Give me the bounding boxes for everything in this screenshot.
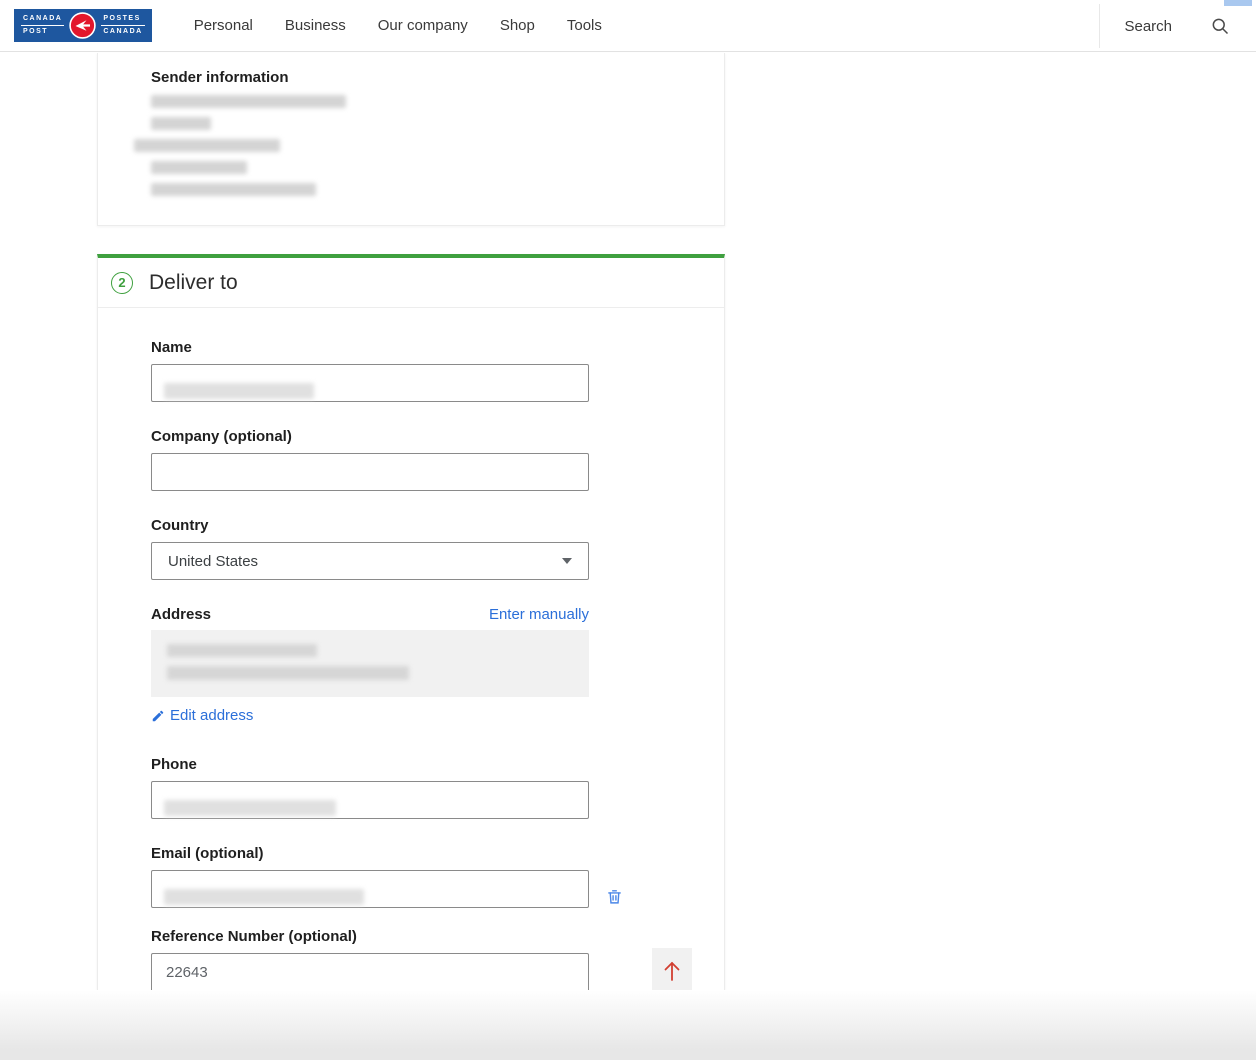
logo-text-post: POST bbox=[21, 25, 64, 38]
chevron-down-icon bbox=[562, 558, 572, 564]
name-input-wrap bbox=[151, 364, 589, 402]
logo-text-right: POSTES CANADA bbox=[101, 13, 144, 38]
main-nav: Personal Business Our company Shop Tools bbox=[194, 17, 602, 34]
nav-item-tools[interactable]: Tools bbox=[567, 17, 602, 34]
enter-manually-link[interactable]: Enter manually bbox=[489, 606, 589, 623]
search-label[interactable]: Search bbox=[1124, 18, 1172, 35]
reference-row bbox=[151, 945, 671, 993]
redacted-text bbox=[151, 95, 346, 108]
page-bottom-fade bbox=[0, 990, 1256, 1060]
redacted-email-value bbox=[164, 889, 364, 905]
scrollbar-fragment bbox=[1224, 0, 1252, 6]
name-label: Name bbox=[151, 339, 724, 356]
search-icon[interactable] bbox=[1210, 16, 1230, 36]
email-row bbox=[151, 870, 671, 908]
reference-number-input[interactable] bbox=[151, 953, 589, 993]
address-label: Address bbox=[151, 606, 211, 623]
edit-address-link[interactable]: Edit address bbox=[151, 707, 253, 724]
logo-text-canada: CANADA bbox=[21, 13, 64, 25]
scroll-to-top-button[interactable] bbox=[652, 948, 692, 994]
edit-address-label: Edit address bbox=[170, 707, 253, 724]
company-input-wrap bbox=[151, 453, 589, 491]
redacted-address-line bbox=[167, 644, 317, 657]
header-search-area: Search bbox=[1099, 0, 1256, 52]
country-label: Country bbox=[151, 517, 724, 534]
address-display-box bbox=[151, 630, 589, 697]
header-divider bbox=[1099, 4, 1100, 48]
company-label: Company (optional) bbox=[151, 428, 724, 445]
company-input[interactable] bbox=[151, 453, 589, 491]
top-navigation-bar: CANADA POST POSTES CANADA Personal Busin… bbox=[0, 0, 1256, 52]
step-2-badge: 2 bbox=[111, 272, 133, 294]
nav-item-our-company[interactable]: Our company bbox=[378, 17, 468, 34]
address-label-row: Address Enter manually bbox=[151, 606, 589, 623]
nav-item-personal[interactable]: Personal bbox=[194, 17, 253, 34]
logo-text-postes: POSTES bbox=[101, 13, 144, 25]
canada-post-logo[interactable]: CANADA POST POSTES CANADA bbox=[14, 9, 152, 42]
email-label: Email (optional) bbox=[151, 845, 724, 862]
redacted-phone-value bbox=[164, 800, 336, 816]
redacted-text bbox=[151, 117, 211, 130]
deliver-to-card: 2 Deliver to Name Company (optional) Cou… bbox=[97, 254, 725, 991]
sender-information-card: Sender information bbox=[97, 53, 725, 226]
pencil-icon bbox=[151, 709, 165, 723]
deliver-to-header: 2 Deliver to bbox=[98, 258, 724, 308]
redacted-text bbox=[134, 139, 280, 152]
delete-email-button[interactable] bbox=[606, 887, 623, 906]
nav-item-business[interactable]: Business bbox=[285, 17, 346, 34]
country-select[interactable]: United States bbox=[151, 542, 589, 580]
logo-text-canada-fr: CANADA bbox=[101, 25, 144, 38]
redacted-text bbox=[151, 161, 247, 174]
country-selected-value: United States bbox=[168, 553, 258, 570]
deliver-to-form: Name Company (optional) Country United S… bbox=[98, 339, 724, 993]
logo-text-left: CANADA POST bbox=[21, 13, 64, 38]
deliver-to-title: Deliver to bbox=[149, 271, 238, 295]
canada-post-wing-icon bbox=[69, 12, 96, 39]
email-input-wrap bbox=[151, 870, 589, 908]
redacted-text bbox=[151, 183, 316, 196]
phone-input-wrap bbox=[151, 781, 589, 819]
sender-information-title: Sender information bbox=[151, 69, 724, 86]
nav-item-shop[interactable]: Shop bbox=[500, 17, 535, 34]
phone-label: Phone bbox=[151, 756, 724, 773]
redacted-address-line bbox=[167, 666, 409, 680]
sender-address-redacted bbox=[151, 95, 724, 196]
redacted-name-value bbox=[164, 383, 314, 399]
reference-number-label: Reference Number (optional) bbox=[151, 928, 724, 945]
